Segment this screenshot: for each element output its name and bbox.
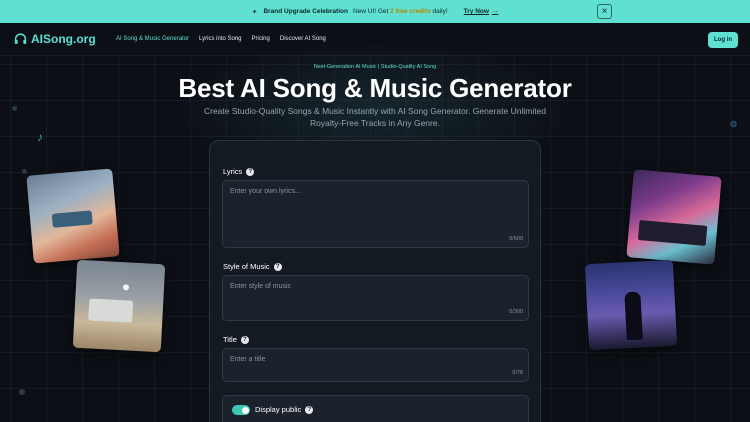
headphones-icon	[14, 33, 27, 44]
decor-dot	[22, 169, 27, 174]
display-public-section: Display public ?	[222, 395, 529, 422]
style-input[interactable]: Enter style of music 0/300	[222, 275, 529, 321]
banner-credits: 2 free credits	[390, 8, 431, 15]
decor-dot	[12, 106, 17, 111]
globe-icon: ◍	[730, 119, 737, 128]
arrow-right-icon: →	[491, 8, 499, 15]
try-now-label: Try Now	[463, 8, 489, 15]
lyrics-input[interactable]: Enter your own lyrics... 0/600	[222, 180, 529, 248]
page-title: Best AI Song & Music Generator	[178, 73, 572, 103]
logo[interactable]: AISong.org	[14, 32, 96, 46]
showcase-image-car-clouds	[26, 168, 120, 264]
lyrics-counter: 0/600	[509, 236, 523, 242]
help-icon[interactable]: ?	[246, 167, 255, 176]
nav-link-pricing[interactable]: Pricing	[252, 36, 270, 42]
decor-dot	[19, 389, 25, 395]
help-icon[interactable]: ?	[240, 335, 249, 344]
song-generator-form: Lyrics ? Enter your own lyrics... 0/600 …	[209, 140, 541, 422]
help-icon[interactable]: ?	[305, 405, 314, 414]
music-note-icon: ♪	[37, 130, 43, 144]
title-placeholder: Enter a title	[230, 356, 266, 363]
top-nav: AISong.org AI Song & Music Generator Lyr…	[0, 23, 750, 56]
nav-link-discover[interactable]: Discover AI Song	[280, 36, 326, 42]
style-placeholder: Enter style of music	[230, 283, 292, 290]
style-label-text: Style of Music	[223, 262, 270, 271]
display-public-toggle[interactable]	[232, 405, 250, 415]
display-public-label: Display public ?	[255, 405, 314, 414]
banner-text-before: New UI! Get	[352, 8, 389, 15]
nav-link-ai-song-generator[interactable]: AI Song & Music Generator	[116, 36, 189, 42]
lyrics-placeholder: Enter your own lyrics...	[230, 188, 301, 195]
title-counter: 0/78	[512, 370, 523, 376]
hero-tagline: Next-Generation AI Music | Studio-Qualit…	[313, 64, 437, 70]
nav-links: AI Song & Music Generator Lyrics into So…	[116, 36, 326, 42]
try-now-link[interactable]: Try Now →	[464, 8, 499, 15]
close-icon[interactable]: ×	[597, 4, 612, 19]
style-label: Style of Music ?	[223, 262, 282, 271]
banner-title: Brand Upgrade Celebration	[263, 8, 348, 15]
nav-link-lyrics-into-song[interactable]: Lyrics into Song	[199, 36, 241, 42]
showcase-image-cat-silhouette	[584, 259, 678, 351]
sparkle-icon: ✦	[251, 8, 258, 16]
title-input[interactable]: Enter a title 0/78	[222, 348, 529, 382]
showcase-image-neon-studio	[626, 169, 722, 265]
hero-subtitle: Create Studio-Quality Songs & Music Inst…	[203, 106, 547, 128]
display-public-label-text: Display public	[255, 405, 302, 414]
lyrics-label: Lyrics ?	[223, 167, 255, 176]
lyrics-label-text: Lyrics	[223, 167, 243, 176]
title-label-text: Title	[223, 335, 237, 344]
banner-text-after: daily!	[432, 8, 448, 15]
title-label: Title ?	[223, 335, 249, 344]
style-counter: 0/300	[509, 309, 523, 315]
showcase-image-desert-trailer	[72, 259, 166, 353]
logo-text: AISong.org	[31, 32, 96, 46]
promo-banner: ✦ Brand Upgrade Celebration New UI! Get …	[0, 0, 750, 23]
help-icon[interactable]: ?	[273, 262, 282, 271]
login-button[interactable]: Log in	[708, 32, 738, 48]
